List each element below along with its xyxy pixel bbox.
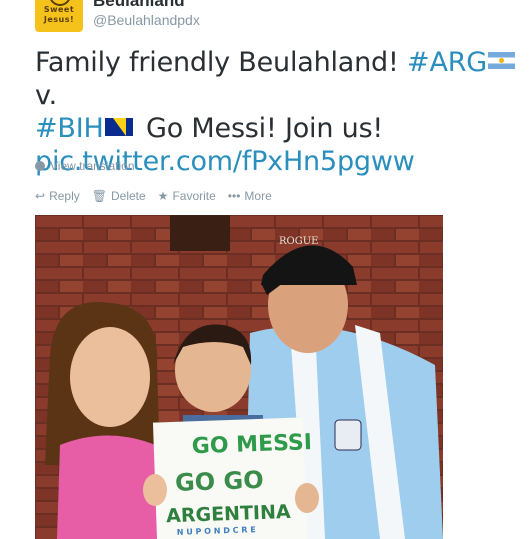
avatar-text-1: Sweet <box>43 5 75 14</box>
hashtag-bih[interactable]: #BIH <box>35 113 104 144</box>
tweet-actions: ↩ Reply 🗑 Delete ★ Favorite ••• More <box>35 189 272 203</box>
sign-line-1: GO MESSI <box>191 430 312 459</box>
avatar[interactable]: Sweet Jesus! <box>35 0 83 32</box>
delete-label: Delete <box>110 189 146 203</box>
favorite-label: Favorite <box>172 189 216 203</box>
more-label: More <box>244 189 272 203</box>
delete-button[interactable]: 🗑 Delete <box>92 189 146 203</box>
author-handle[interactable]: @Beulahlandpdx <box>93 12 200 28</box>
favorite-button[interactable]: ★ Favorite <box>158 189 216 203</box>
star-icon: ★ <box>157 189 169 203</box>
author-name[interactable]: Beulahland <box>93 0 185 11</box>
reply-label: Reply <box>49 189 80 203</box>
reply-button[interactable]: ↩ Reply <box>35 189 80 203</box>
sign-line-2: GO GO <box>175 466 264 497</box>
more-button[interactable]: ••• More <box>228 189 272 203</box>
tweet-text-part2: v. <box>35 80 58 111</box>
view-translation-label: View translation <box>50 159 135 173</box>
reply-icon: ↩ <box>35 189 46 203</box>
ellipsis-icon: ••• <box>227 189 241 203</box>
tweet-photo[interactable]: ROGUE GO MESSI GO GO ARGENTINA N U P O N… <box>35 215 443 539</box>
globe-icon <box>35 161 45 171</box>
argentina-flag-icon <box>488 52 515 69</box>
tweet-text-part3: Go Messi! Join us! <box>137 113 384 144</box>
sign-line-3: ARGENTINA <box>166 501 291 527</box>
trash-icon: 🗑 <box>91 189 107 203</box>
cap-logo-text: ROGUE <box>279 236 318 247</box>
view-translation[interactable]: View translation <box>35 159 135 173</box>
hashtag-arg[interactable]: #ARG <box>407 47 487 78</box>
bosnia-flag-icon <box>104 117 133 136</box>
tweet-text-part1: Family friendly Beulahland! <box>35 47 408 78</box>
avatar-text-2: Jesus! <box>43 15 75 24</box>
photo-illustration: ROGUE GO MESSI GO GO ARGENTINA N U P O N… <box>35 215 443 539</box>
